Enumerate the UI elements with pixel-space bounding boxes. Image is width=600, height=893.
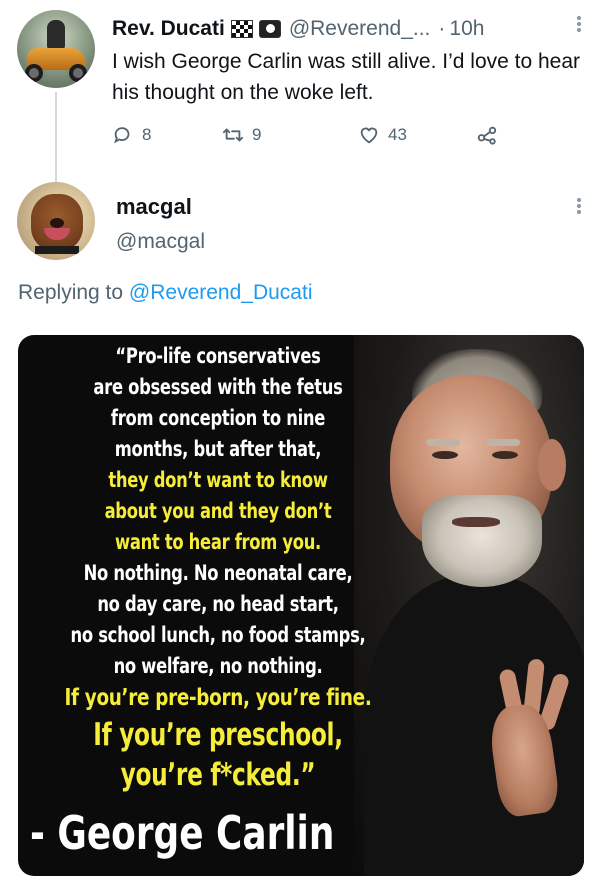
retweet-icon <box>222 128 244 142</box>
portrait-eye <box>432 451 458 459</box>
like-count: 43 <box>388 125 407 144</box>
reply-icon <box>114 127 130 144</box>
quote-line: about you and they don’t <box>104 499 332 523</box>
portrait-brow <box>426 439 460 446</box>
tweet-header: Rev. Ducati @Reverend_... · 10h <box>112 14 584 44</box>
retweet-count: 9 <box>252 125 262 144</box>
replying-to-line: Replying to @Reverend_Ducati <box>18 281 312 305</box>
quote-line: “Pro-life conservatives <box>115 344 321 368</box>
display-name[interactable]: macgal <box>116 194 192 220</box>
quote-line: no school lunch, no food stamps, <box>70 623 366 647</box>
heart-icon <box>360 127 378 144</box>
quote-attribution: - George Carlin <box>30 806 335 860</box>
quote-line: no day care, no head start, <box>97 592 339 616</box>
avatar-dog-collar <box>35 246 79 254</box>
tweet-actions: 8 9 43 <box>112 124 512 150</box>
avatar[interactable] <box>17 182 95 260</box>
portrait-brow <box>486 439 520 446</box>
quote-line: you’re f*cked.” <box>120 757 316 793</box>
quote-line: from conception to nine <box>110 406 326 430</box>
quote-text-block: “Pro-life conservatives are obsessed wit… <box>18 341 418 795</box>
portrait-mouth <box>452 517 500 527</box>
user-handle[interactable]: @macgal <box>116 230 205 254</box>
avatar-wheel <box>69 64 87 82</box>
quote-line: are obsessed with the fetus <box>93 375 343 399</box>
quote-line: want to hear from you. <box>115 530 321 554</box>
replying-prefix: Replying to <box>18 281 124 304</box>
attached-quote-image[interactable]: “Pro-life conservatives are obsessed wit… <box>18 335 584 876</box>
quote-line: they don’t want to know <box>108 468 328 492</box>
checkered-flag-icon <box>230 20 253 38</box>
portrait-beard <box>422 495 542 587</box>
reply-mention-link[interactable]: @Reverend_Ducati <box>129 281 313 304</box>
retweet-button[interactable]: 9 <box>222 124 261 146</box>
tweet-timestamp[interactable]: 10h <box>449 17 484 41</box>
portrait-eye <box>492 451 518 459</box>
skull-flag-icon <box>258 20 281 38</box>
avatar-dog-nose <box>50 218 64 228</box>
display-name[interactable]: Rev. Ducati <box>112 17 225 41</box>
more-options-icon[interactable] <box>576 14 582 36</box>
avatar-rider <box>47 20 65 50</box>
separator-dot: · <box>438 17 446 40</box>
share-icon <box>477 126 497 145</box>
quote-line: months, but after that, <box>114 437 322 461</box>
reply-count: 8 <box>142 125 152 144</box>
portrait-ear <box>538 439 566 491</box>
quote-line: If you’re preschool, <box>93 717 343 753</box>
quote-line: If you’re pre-born, you’re fine. <box>64 685 372 711</box>
like-button[interactable]: 43 <box>358 124 407 146</box>
tweet-text: I wish George Carlin was still alive. I’… <box>112 50 581 104</box>
reply-button[interactable]: 8 <box>112 124 151 146</box>
user-handle[interactable]: @Reverend_... <box>289 17 431 41</box>
avatar-wheel <box>25 64 43 82</box>
share-button[interactable] <box>476 124 498 146</box>
quote-line: No nothing. No neonatal care, <box>83 561 353 585</box>
quote-line: no welfare, no nothing. <box>113 654 323 678</box>
avatar[interactable] <box>17 10 95 88</box>
more-options-icon[interactable] <box>576 196 582 218</box>
thread-connector-line <box>55 92 57 182</box>
